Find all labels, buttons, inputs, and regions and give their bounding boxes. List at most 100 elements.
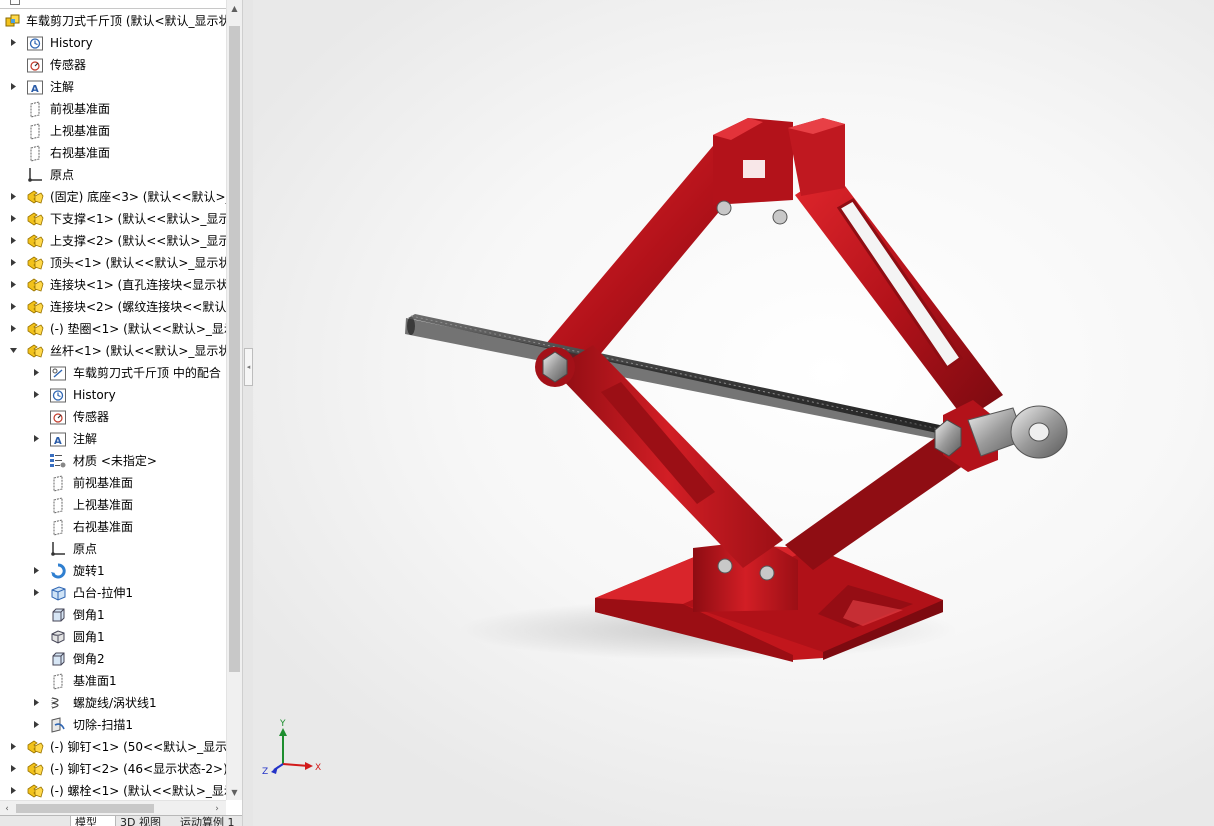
feature-tree-row[interactable]: 凸台-拉伸1 (0, 582, 226, 604)
part-icon (26, 738, 44, 756)
scissor-jack-model[interactable] (253, 0, 1214, 826)
expand-arrow-icon[interactable] (32, 698, 41, 707)
feature-tree-row[interactable]: 连接块<1> (直孔连接块<显示状 (0, 274, 229, 296)
part-icon (26, 210, 44, 228)
feature-tree-row[interactable]: 顶头<1> (默认<<默认>_显示状 (0, 252, 230, 274)
feature-tree-row[interactable]: (固定) 底座<3> (默认<<默认>_ (0, 186, 232, 208)
feature-tree-label: 连接块<2> (螺纹连接块<<默认: (50, 300, 231, 314)
feature-tree-label: (-) 垫圈<1> (默认<<默认>_显示 (50, 322, 236, 336)
expand-arrow-icon[interactable] (9, 214, 18, 223)
tab-model[interactable]: 模型 (70, 816, 116, 826)
feature-tree-row[interactable]: 基准面1 (0, 670, 226, 692)
feature-tree-row[interactable]: 车载剪刀式千斤顶 中的配合 (0, 362, 226, 384)
material-icon (49, 452, 67, 470)
vertical-scroll-thumb[interactable] (229, 26, 240, 672)
expand-arrow-icon[interactable] (9, 280, 18, 289)
left-pivot-nut[interactable] (535, 347, 575, 387)
expand-arrow-icon[interactable] (9, 192, 18, 201)
revolve-icon (49, 562, 67, 580)
feature-tree-row[interactable]: 原点 (0, 164, 226, 186)
scroll-up-arrow-icon[interactable]: ▲ (227, 0, 242, 16)
feature-tree-label: 车载剪刀式千斤顶 中的配合 (73, 366, 221, 380)
feature-tree-row[interactable]: 上视基准面 (0, 120, 226, 142)
feature-tree-row[interactable]: 前视基准面 (0, 472, 226, 494)
lead-screw-part[interactable] (405, 314, 973, 446)
tab-3d-view[interactable]: 3D 视图 (116, 816, 176, 826)
feature-tree-row[interactable]: 传感器 (0, 406, 226, 428)
feature-tree-row[interactable]: 丝杆<1> (默认<<默认>_显示状 (0, 340, 230, 362)
feature-tree-row[interactable]: (-) 垫圈<1> (默认<<默认>_显示 (0, 318, 236, 340)
feature-tree-label: 丝杆<1> (默认<<默认>_显示状 (50, 344, 231, 358)
tab-motion-study[interactable]: 运动算例 1 (176, 816, 242, 826)
feature-tree-row[interactable]: 旋转1 (0, 560, 226, 582)
feature-tree-row[interactable]: 传感器 (0, 54, 226, 76)
feature-tree-label: 注解 (50, 80, 75, 94)
horizontal-scroll-thumb[interactable] (16, 804, 154, 813)
expand-arrow-icon[interactable] (9, 786, 18, 795)
expand-arrow-icon[interactable] (32, 434, 41, 443)
feature-tree-row[interactable]: History (0, 32, 226, 54)
expand-arrow-icon[interactable] (32, 720, 41, 729)
plane-icon (26, 144, 44, 162)
feature-tree-row[interactable]: 车载剪刀式千斤顶 (默认<默认_显示状态 (0, 10, 242, 32)
feature-tree-row[interactable]: 前视基准面 (0, 98, 226, 120)
feature-tree-row[interactable]: A 注解 (0, 428, 226, 450)
feature-tree-row[interactable]: 倒角1 (0, 604, 226, 626)
triad-z-label: Z (262, 767, 268, 777)
expand-arrow-icon[interactable] (9, 258, 18, 267)
expand-arrow-icon[interactable] (32, 390, 41, 399)
expand-arrow-icon[interactable] (9, 324, 18, 333)
feature-tree-row[interactable]: 材质 <未指定> (0, 450, 226, 472)
feature-tree-row[interactable]: 下支撑<1> (默认<<默认>_显示 (0, 208, 230, 230)
sensor-icon (49, 408, 67, 426)
feature-tree-label: 材质 <未指定> (73, 454, 157, 468)
expand-arrow-icon[interactable] (32, 588, 41, 597)
expand-arrow-icon[interactable] (9, 764, 18, 773)
expand-arrow-icon[interactable] (9, 38, 18, 47)
origin-icon (49, 540, 67, 558)
expand-arrow-icon[interactable] (9, 236, 18, 245)
scroll-down-arrow-icon[interactable]: ▼ (227, 784, 242, 800)
feature-tree-row[interactable]: (-) 铆钉<1> (50<<默认>_显示状 (0, 736, 239, 758)
mates-icon (49, 364, 67, 382)
feature-tree-row[interactable]: 上视基准面 (0, 494, 226, 516)
feature-tree-row[interactable]: 上支撑<2> (默认<<默认>_显示 (0, 230, 230, 252)
collapse-arrow-icon[interactable] (9, 346, 18, 355)
triad-x-label: X (315, 763, 321, 773)
filter-icon[interactable] (10, 0, 20, 5)
expand-arrow-icon[interactable] (9, 742, 18, 751)
feature-tree-label: 倒角2 (73, 652, 105, 666)
feature-tree-row[interactable]: 螺旋线/涡状线1 (0, 692, 226, 714)
tree-horizontal-scrollbar[interactable]: ‹ › (0, 800, 226, 816)
feature-tree-row[interactable]: 原点 (0, 538, 226, 560)
feature-tree-row[interactable]: History (0, 384, 226, 406)
feature-tree-row[interactable]: 连接块<2> (螺纹连接块<<默认: (0, 296, 230, 318)
expand-arrow-icon[interactable] (32, 566, 41, 575)
feature-tree-row[interactable]: 右视基准面 (0, 142, 226, 164)
panel-splitter[interactable]: ◂ (242, 0, 253, 826)
feature-tree-row[interactable]: 圆角1 (0, 626, 226, 648)
feature-tree-label: 连接块<1> (直孔连接块<显示状 (50, 278, 229, 292)
feature-tree-label: 右视基准面 (73, 520, 134, 534)
tree-vertical-scrollbar[interactable]: ▲ ▼ (226, 0, 242, 800)
expand-arrow-icon[interactable] (9, 82, 18, 91)
lower-left-arm-slot (601, 382, 715, 504)
tab-nav-arrows[interactable] (0, 816, 10, 826)
feature-tree-row[interactable]: A 注解 (0, 76, 226, 98)
feature-tree-row[interactable]: (-) 铆钉<2> (46<显示状态-2>) (0, 758, 228, 780)
scroll-right-arrow-icon[interactable]: › (210, 801, 224, 816)
expand-arrow-icon[interactable] (9, 302, 18, 311)
collapse-panel-handle-icon[interactable]: ◂ (244, 348, 253, 386)
feature-tree-row[interactable]: 倒角2 (0, 648, 226, 670)
origin-icon (26, 166, 44, 184)
feature-manager-panel: 车载剪刀式千斤顶 (默认<默认_显示状态 History 传感器 A 注解 前视基准面 上视… (0, 0, 242, 826)
part-icon (26, 320, 44, 338)
scroll-left-arrow-icon[interactable]: ‹ (0, 801, 14, 816)
feature-tree-row[interactable]: (-) 螺栓<1> (默认<<默认>_显示 (0, 780, 236, 802)
expand-arrow-icon[interactable] (32, 368, 41, 377)
bottom-tab-bar: 模型 3D 视图 运动算例 1 (0, 815, 242, 826)
graphics-viewport[interactable]: Y X Z (253, 0, 1214, 826)
feature-tree-row[interactable]: 右视基准面 (0, 516, 226, 538)
feature-tree-label: 切除-扫描1 (73, 718, 133, 732)
feature-tree-row[interactable]: 切除-扫描1 (0, 714, 226, 736)
